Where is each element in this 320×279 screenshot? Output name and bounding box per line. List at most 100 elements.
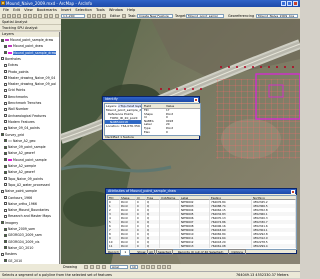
layer-visibility-checkbox[interactable] — [4, 214, 7, 218]
table-cell[interactable]: 4552299.4 — [252, 244, 296, 248]
toc-layer[interactable]: Archaeological Features — [4, 114, 46, 119]
layer-visibility-checkbox[interactable] — [1, 38, 4, 42]
task-combo[interactable]: Create New Feature — [137, 14, 173, 18]
tracking-analyst-menu[interactable]: Tracking SPU Analyst — [2, 25, 38, 31]
redo-icon[interactable] — [49, 14, 53, 18]
toc-layer[interactable]: Naive_Mound_Boundaries — [4, 208, 49, 213]
show-all-button[interactable]: All — [147, 249, 155, 255]
table-cell[interactable]: 0 — [136, 244, 146, 248]
layer-visibility-checkbox[interactable] — [4, 51, 7, 55]
toc-layer[interactable]: GE_2010 — [4, 259, 22, 264]
toc-layer[interactable]: Naive_09_04_points — [4, 126, 40, 131]
layer-visibility-checkbox[interactable] — [4, 120, 7, 124]
copy-icon[interactable] — [28, 14, 32, 18]
fill-color-icon[interactable] — [162, 265, 166, 269]
layer-visibility-checkbox[interactable] — [4, 202, 7, 206]
layer-visibility-checkbox[interactable] — [4, 240, 7, 244]
toc-layer[interactable]: Naive_GO_2010 — [4, 246, 33, 251]
layer-visibility-checkbox[interactable] — [4, 259, 7, 262]
toc-layer[interactable]: GEORG04_2009_vis — [4, 240, 39, 245]
toc-layer[interactable]: Mound_point_sample_draw — [4, 50, 57, 56]
target-combo[interactable]: Mound_point_sampl — [186, 14, 224, 18]
new-icon[interactable] — [2, 14, 6, 18]
toc-layer[interactable]: Benchmark Trenches — [4, 101, 41, 106]
toc-layer[interactable]: Naive_09_point_sample — [4, 145, 46, 150]
editor-toolbar-icon[interactable] — [87, 14, 91, 18]
font-size-combo[interactable]: 10 — [130, 265, 138, 269]
layer-visibility-checkbox[interactable] — [4, 246, 7, 250]
layer-visibility-checkbox[interactable] — [4, 88, 7, 92]
identify-close-button[interactable] — [194, 97, 198, 102]
table-cell[interactable]: Q — [146, 244, 160, 248]
toc-layer[interactable]: Grid Points — [4, 88, 25, 93]
save-icon[interactable] — [12, 14, 16, 18]
georef-layer-combo[interactable]: Mound_Naive_2009_4ce — [256, 14, 298, 18]
toc-layer[interactable]: GEORG03_2009_sam — [4, 233, 42, 238]
drawing-menu[interactable]: Drawing — [63, 264, 77, 270]
rectangle-icon[interactable] — [96, 265, 100, 269]
layer-visibility-checkbox[interactable] — [4, 44, 7, 48]
show-selected-button[interactable]: Selected — [155, 249, 173, 255]
toc-layer[interactable]: Survey_grid — [1, 133, 24, 138]
undo-icon[interactable] — [44, 14, 48, 18]
layer-visibility-checkbox[interactable] — [4, 196, 7, 199]
line-color-icon[interactable] — [167, 265, 171, 269]
underline-icon[interactable] — [151, 265, 155, 269]
layer-visibility-checkbox[interactable] — [4, 227, 7, 231]
text-icon[interactable] — [102, 265, 106, 269]
toc-layer[interactable]: Master_drawing_Naive_09_04 — [4, 76, 55, 81]
layer-visibility-checkbox[interactable] — [4, 170, 7, 174]
table-cell[interactable]: 11 — [108, 244, 120, 248]
paste-icon[interactable] — [33, 14, 37, 18]
layer-visibility-checkbox[interactable] — [4, 101, 7, 105]
toc-layer[interactable]: Naive_2009_sam — [4, 227, 35, 232]
command-line-icon[interactable] — [97, 14, 101, 18]
toc-layer[interactable]: Topo_A2_water_processed — [4, 183, 50, 188]
layer-visibility-checkbox[interactable] — [4, 76, 7, 80]
font-color-icon[interactable] — [157, 265, 161, 269]
layer-visibility-checkbox[interactable] — [4, 208, 7, 212]
toc-layer[interactable]: Research and Master Maps — [4, 214, 51, 219]
toc-layer[interactable]: Mound_point_draw — [4, 44, 43, 49]
layer-visibility-checkbox[interactable] — [1, 221, 4, 225]
table-cell[interactable]: 764061.08 — [210, 244, 252, 248]
layer-visibility-checkbox[interactable] — [4, 158, 7, 162]
toc-layer[interactable]: Rasters — [1, 252, 17, 257]
toc-layer[interactable]: Naive_A2_georef — [4, 151, 35, 156]
map-scale-combo[interactable]: 1:1,200 — [61, 14, 85, 18]
toc-layer[interactable]: Photo_points — [4, 70, 28, 75]
table-cell[interactable] — [160, 244, 180, 248]
toc-layer[interactable]: Naive_A2_sample — [4, 164, 36, 169]
layer-visibility-checkbox[interactable] — [4, 164, 7, 168]
table-cell[interactable]: NPH0013 — [180, 244, 210, 248]
toc-layer[interactable]: Extras — [4, 63, 18, 68]
toc-layer[interactable]: Imagery — [1, 221, 18, 226]
edit-tool-icon[interactable] — [122, 14, 126, 18]
layer-visibility-checkbox[interactable] — [4, 114, 7, 118]
minimize-button[interactable] — [281, 1, 286, 6]
print-icon[interactable] — [17, 14, 21, 18]
layer-visibility-checkbox[interactable] — [4, 82, 7, 86]
layer-visibility-checkbox[interactable] — [4, 177, 7, 181]
delete-icon[interactable] — [38, 14, 42, 18]
layer-visibility-checkbox[interactable] — [4, 145, 7, 149]
toc-layer[interactable]: Boreholes — [1, 57, 21, 62]
record-navigator[interactable]: 1 — [120, 249, 131, 256]
toc-layer[interactable]: Contours_1966 — [4, 196, 32, 201]
toc-layer[interactable]: Master_drawing_Naive_09_pol — [4, 82, 56, 87]
toc-layer[interactable]: Benchmarks — [4, 95, 28, 100]
font-combo[interactable]: Arial — [110, 265, 128, 269]
layer-visibility-checkbox[interactable] — [1, 252, 4, 256]
toc-layer[interactable]: Wall Number — [4, 107, 29, 112]
options-button[interactable]: Options — [228, 249, 246, 255]
help-icon[interactable] — [102, 14, 106, 18]
italic-icon[interactable] — [146, 265, 150, 269]
close-button[interactable] — [293, 1, 298, 6]
layer-visibility-checkbox[interactable] — [4, 151, 7, 155]
toc-layer[interactable]: Naive_A2_geo — [4, 139, 35, 144]
layer-visibility-checkbox[interactable] — [4, 233, 7, 237]
open-icon[interactable] — [7, 14, 11, 18]
layer-visibility-checkbox[interactable] — [4, 70, 7, 73]
layer-visibility-checkbox[interactable] — [1, 57, 4, 61]
layer-visibility-checkbox[interactable] — [4, 183, 7, 187]
